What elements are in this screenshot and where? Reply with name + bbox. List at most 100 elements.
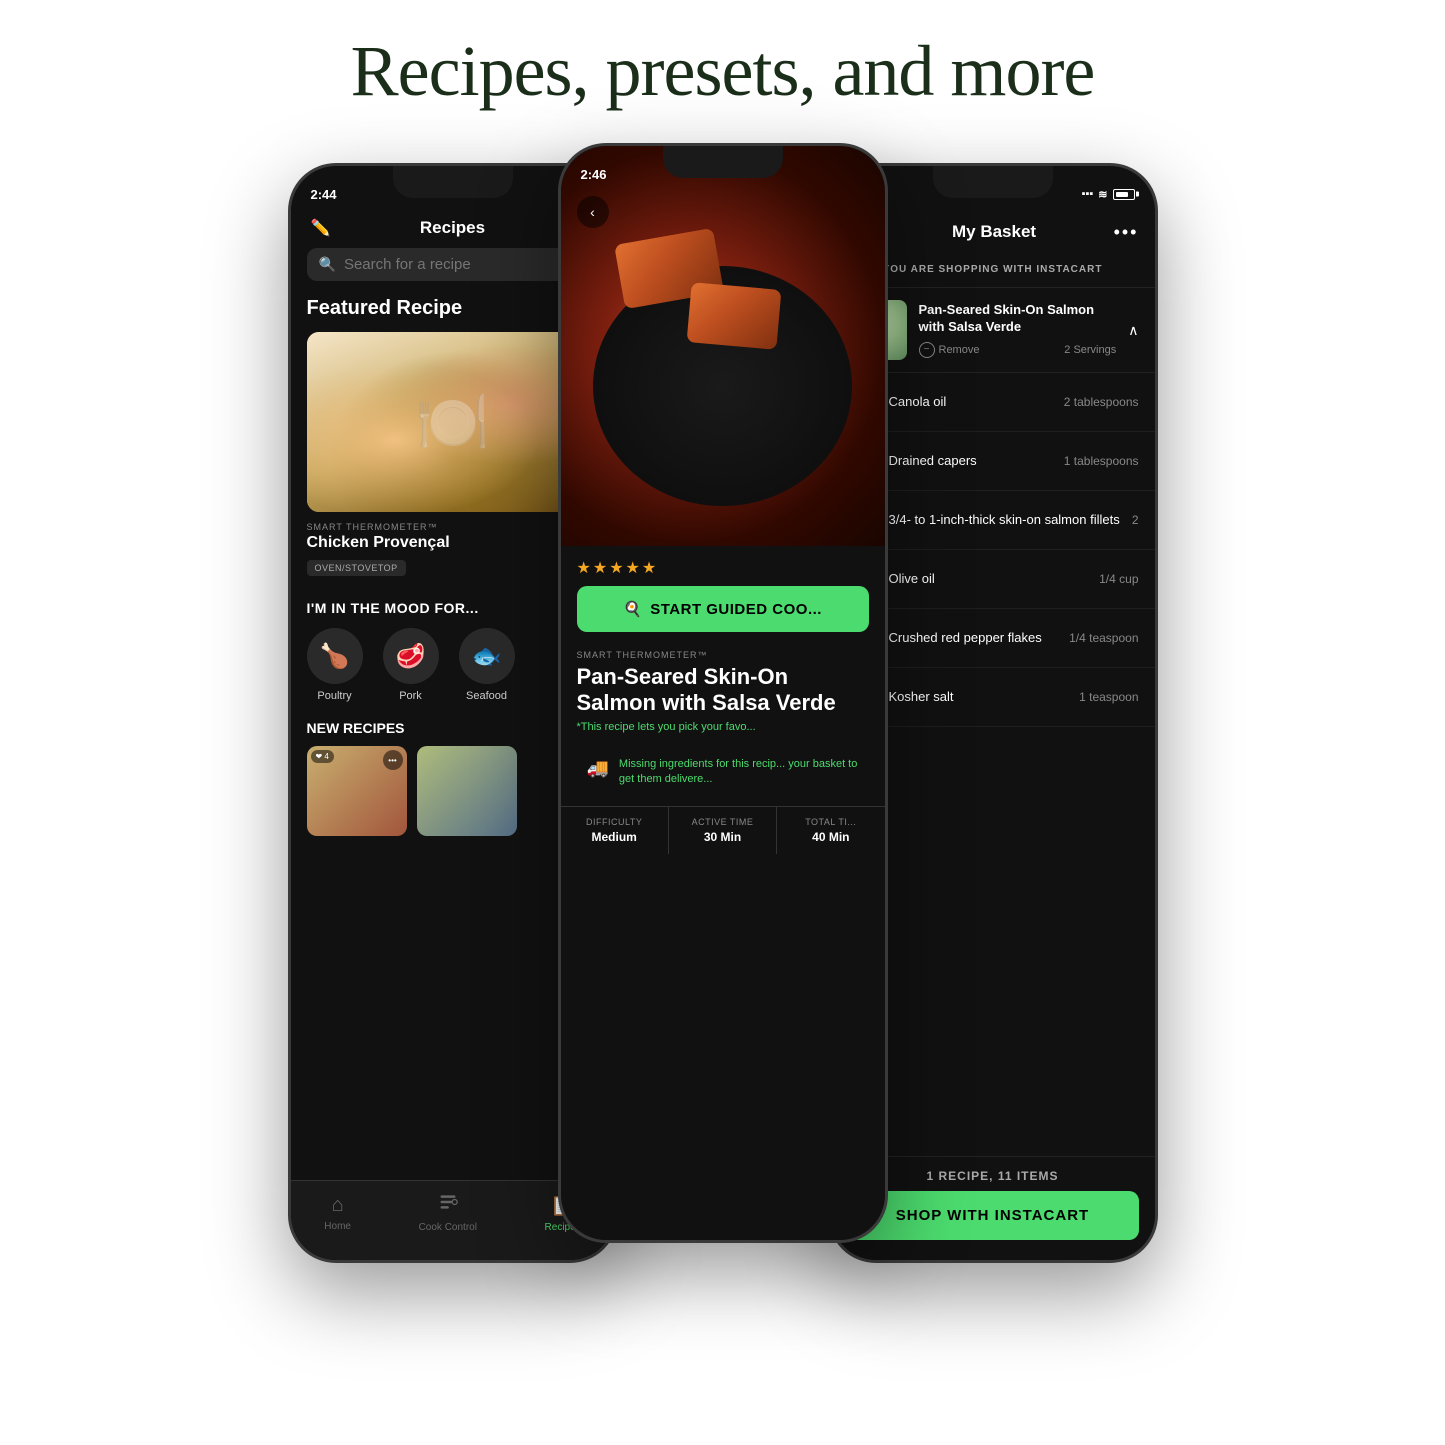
phone-notch-right bbox=[933, 166, 1053, 198]
card-more-btn-1[interactable]: ••• bbox=[383, 750, 403, 770]
ingredient-info-salt: Kosher salt bbox=[889, 689, 1068, 706]
card-actions-1: ••• bbox=[383, 750, 403, 770]
ingredient-info-capers: Drained capers bbox=[889, 453, 1052, 470]
ingredient-name-salmon: 3/4- to 1-inch-thick skin-on salmon fill… bbox=[889, 512, 1120, 529]
ingredient-qty-salt: 1 teaspoon bbox=[1079, 690, 1138, 704]
mood-title: I'M IN THE MOOD FOR... bbox=[307, 600, 599, 616]
remove-label: Remove bbox=[939, 344, 980, 356]
phone-center: 2:46 ‹ ★★★★★ 🍳 bbox=[558, 143, 888, 1243]
ingredient-name-pepper: Crushed red pepper flakes bbox=[889, 630, 1058, 647]
home-icon: ⌂ bbox=[332, 1194, 344, 1217]
phone-notch-center bbox=[663, 146, 783, 178]
new-recipes-title: NEW RECIPES bbox=[307, 720, 599, 736]
salmon-pieces bbox=[609, 226, 836, 446]
remove-minus-icon: − bbox=[919, 342, 935, 358]
stat-total-time: TOTAL TI... 40 Min bbox=[777, 807, 884, 854]
recipe-title-line1: Pan-Seared Skin-On bbox=[577, 664, 869, 690]
recipes-title: Recipes bbox=[420, 218, 485, 238]
ingredient-qty-olive: 1/4 cup bbox=[1099, 572, 1138, 586]
search-icon: 🔍 bbox=[319, 256, 336, 273]
ingredient-name-capers: Drained capers bbox=[889, 453, 1052, 470]
tab-cook-control-label: Cook Control bbox=[419, 1222, 477, 1233]
signal-icon: ▪▪▪ bbox=[1082, 188, 1094, 200]
delivery-notice: 🚚 Missing ingredients for this recip... … bbox=[577, 747, 869, 798]
recipe-name-section: SMART THERMOMETER™ Pan-Seared Skin-On Sa… bbox=[561, 642, 885, 747]
chevron-up-icon[interactable]: ∧ bbox=[1128, 322, 1138, 339]
page-headline: Recipes, presets, and more bbox=[351, 30, 1095, 113]
mood-circle-seafood: 🐟 bbox=[459, 628, 515, 684]
salmon-pan-image bbox=[561, 146, 885, 546]
heart-badge-1: ❤ 4 bbox=[311, 750, 334, 763]
stat-active-time: ACTIVE TIME 30 Min bbox=[669, 807, 777, 854]
status-icons-right: ▪▪▪ ≋ bbox=[1082, 188, 1135, 201]
wifi-icon: ≋ bbox=[1098, 188, 1107, 201]
oven-tag: OVEN/STOVETOP bbox=[307, 560, 406, 576]
salmon-piece-2 bbox=[687, 282, 782, 350]
recipe-card-1[interactable]: ❤ 4 ••• bbox=[307, 746, 407, 836]
chicken-provencal-image bbox=[307, 332, 599, 512]
stat-difficulty-value: Medium bbox=[569, 830, 660, 844]
status-time-left: 2:44 bbox=[311, 187, 337, 202]
recipe-card-2[interactable] bbox=[417, 746, 517, 836]
ingredient-info-pepper: Crushed red pepper flakes bbox=[889, 630, 1058, 647]
remove-row: − Remove 2 Servings bbox=[919, 342, 1117, 358]
phone-notch-left bbox=[393, 166, 513, 198]
mood-label-poultry: Poultry bbox=[317, 690, 351, 702]
phone-center-screen: 2:46 ‹ ★★★★★ 🍳 bbox=[561, 146, 885, 1240]
basket-recipe-name: Pan-Seared Skin-On Salmon with Salsa Ver… bbox=[919, 302, 1117, 336]
delivery-truck-icon: 🚚 bbox=[587, 758, 609, 779]
ingredient-info-salmon: 3/4- to 1-inch-thick skin-on salmon fill… bbox=[889, 512, 1120, 529]
recipe-stars: ★★★★★ bbox=[561, 546, 885, 586]
mood-item-poultry[interactable]: 🍗 Poultry bbox=[307, 628, 363, 702]
recipe-hero bbox=[561, 146, 885, 546]
servings-text: 2 Servings bbox=[1064, 344, 1116, 356]
search-bar[interactable]: 🔍 bbox=[307, 248, 599, 281]
back-btn-center[interactable]: ‹ bbox=[577, 196, 609, 228]
recipe-note: *This recipe lets you pick your favo... bbox=[577, 721, 869, 733]
recipe-detail-screen: 2:46 ‹ ★★★★★ 🍳 bbox=[561, 146, 885, 1240]
stat-difficulty: DIFFICULTY Medium bbox=[561, 807, 669, 854]
recipe-card-2-image bbox=[417, 746, 517, 836]
recipe-stats: DIFFICULTY Medium ACTIVE TIME 30 Min TOT… bbox=[561, 806, 885, 854]
recipe-title-line2: Salmon with Salsa Verde bbox=[577, 690, 869, 716]
tab-home[interactable]: ⌂ Home bbox=[324, 1194, 351, 1232]
stat-active-time-value: 30 Min bbox=[677, 830, 768, 844]
mood-circle-poultry: 🍗 bbox=[307, 628, 363, 684]
tab-cook-control[interactable]: Cook Control bbox=[419, 1192, 477, 1233]
ingredient-info-olive: Olive oil bbox=[889, 571, 1088, 588]
ingredient-info-canola: Canola oil bbox=[889, 394, 1052, 411]
basket-recipe-info: Pan-Seared Skin-On Salmon with Salsa Ver… bbox=[919, 302, 1117, 358]
status-time-center: 2:46 bbox=[581, 167, 607, 182]
ingredient-name-olive: Olive oil bbox=[889, 571, 1088, 588]
shop-instacart-button[interactable]: SHOP WITH INSTACART bbox=[847, 1191, 1139, 1240]
cooking-icon: 🍳 bbox=[623, 600, 642, 618]
stat-difficulty-label: DIFFICULTY bbox=[569, 817, 660, 827]
ingredient-name-salt: Kosher salt bbox=[889, 689, 1068, 706]
mood-circle-pork: 🥩 bbox=[383, 628, 439, 684]
mood-item-pork[interactable]: 🥩 Pork bbox=[383, 628, 439, 702]
recipe-title-large: Pan-Seared Skin-On Salmon with Salsa Ver… bbox=[577, 664, 869, 717]
start-cooking-button[interactable]: 🍳 START GUIDED COO... bbox=[577, 586, 869, 632]
smart-thermo-label-left: SMART THERMOMETER™ bbox=[307, 522, 599, 532]
search-input[interactable] bbox=[344, 256, 587, 273]
featured-recipe-image[interactable] bbox=[307, 332, 599, 512]
edit-icon[interactable]: ✏️ bbox=[311, 218, 331, 238]
battery-icon bbox=[1113, 189, 1135, 200]
stat-active-time-label: ACTIVE TIME bbox=[677, 817, 768, 827]
mood-item-seafood[interactable]: 🐟 Seafood bbox=[459, 628, 515, 702]
smart-thermo-center: SMART THERMOMETER™ bbox=[577, 650, 869, 660]
ingredient-name-canola: Canola oil bbox=[889, 394, 1052, 411]
basket-title: My Basket bbox=[952, 222, 1036, 242]
mood-label-pork: Pork bbox=[399, 690, 422, 702]
stat-total-time-label: TOTAL TI... bbox=[785, 817, 876, 827]
cook-control-icon bbox=[438, 1192, 458, 1218]
basket-more-button[interactable]: ••• bbox=[1114, 222, 1139, 243]
ingredient-qty-pepper: 1/4 teaspoon bbox=[1069, 631, 1138, 645]
start-cooking-label: START GUIDED COO... bbox=[650, 601, 822, 618]
phones-container: 2:44 ✏️ Recipes 🔍 Featured Recipe bbox=[173, 163, 1273, 1263]
new-recipe-cards: ❤ 4 ••• bbox=[307, 746, 599, 836]
ingredient-qty-salmon: 2 bbox=[1132, 513, 1139, 527]
delivery-text: Missing ingredients for this recip... yo… bbox=[619, 757, 859, 788]
remove-button[interactable]: − Remove bbox=[919, 342, 980, 358]
mood-items: 🍗 Poultry 🥩 Pork 🐟 Seafood bbox=[307, 628, 599, 702]
